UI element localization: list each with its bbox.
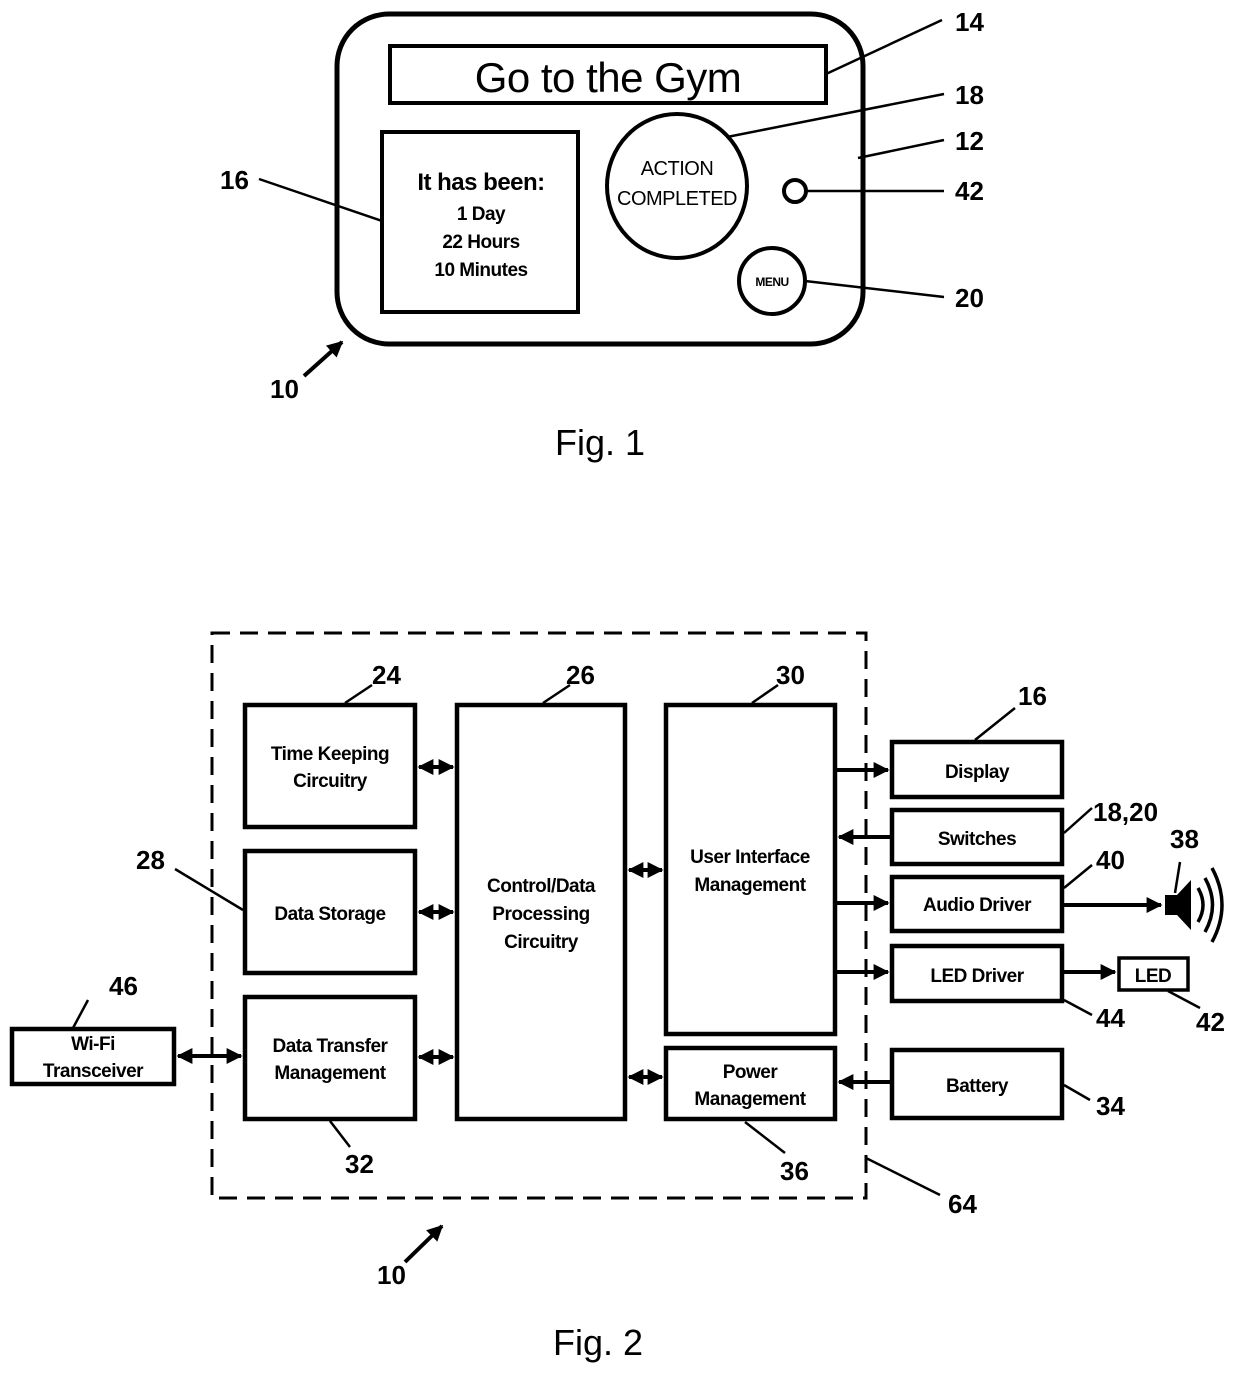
svg-text:Time Keeping: Time Keeping — [271, 744, 389, 765]
ref-16b: 16 — [1018, 681, 1047, 711]
patent-figures: Go to the Gym It has been: 1 Day 22 Hour… — [9, 7, 1225, 1363]
ref-18-20: 18,20 — [1093, 797, 1158, 827]
message-text: Go to the Gym — [475, 54, 742, 101]
ref-16: 16 — [220, 165, 249, 195]
svg-text:Audio Driver: Audio Driver — [923, 895, 1032, 916]
block-ui-management: User Interface Management — [663, 702, 838, 1037]
ref-38: 38 — [1170, 824, 1199, 854]
block-data-storage: Data Storage — [242, 848, 418, 976]
ref-30: 30 — [776, 660, 805, 690]
timer-days: 1 Day — [457, 204, 506, 225]
svg-text:Management: Management — [694, 1089, 806, 1110]
svg-text:Transceiver: Transceiver — [43, 1061, 144, 1082]
fig2-caption: Fig. 2 — [553, 1322, 643, 1363]
ref-64: 64 — [948, 1189, 977, 1219]
ref-20: 20 — [955, 283, 984, 313]
block-switches: Switches — [889, 807, 1065, 867]
ref-12: 12 — [955, 126, 984, 156]
block-battery: Battery — [889, 1047, 1065, 1121]
ref-24: 24 — [372, 660, 401, 690]
svg-text:Display: Display — [945, 762, 1010, 783]
speaker-icon — [1165, 867, 1224, 943]
timer-heading: It has been: — [417, 169, 544, 196]
block-power-management: Power Management — [663, 1045, 838, 1122]
menu-button-label: MENU — [755, 275, 788, 289]
svg-text:Management: Management — [694, 875, 806, 896]
svg-text:Wi-Fi: Wi-Fi — [71, 1034, 115, 1055]
ref-42: 42 — [955, 176, 984, 206]
ref-18: 18 — [955, 80, 984, 110]
ref-10b: 10 — [377, 1260, 406, 1290]
svg-text:Processing: Processing — [492, 904, 589, 925]
action-button-line1: ACTION — [641, 158, 714, 180]
ref-40: 40 — [1096, 845, 1125, 875]
svg-text:LED: LED — [1135, 966, 1172, 987]
led-indicator-icon — [782, 178, 808, 204]
ref-42b: 42 — [1196, 1007, 1225, 1037]
block-display: Display — [889, 739, 1065, 800]
svg-text:User Interface: User Interface — [690, 847, 810, 868]
block-audio-driver: Audio Driver — [889, 874, 1065, 934]
svg-text:Switches: Switches — [938, 829, 1016, 850]
block-led: LED — [1117, 956, 1190, 992]
svg-text:Data Transfer: Data Transfer — [273, 1036, 389, 1057]
timer-hours: 22 Hours — [442, 232, 519, 253]
svg-text:Management: Management — [274, 1063, 386, 1084]
svg-text:LED Driver: LED Driver — [930, 966, 1024, 987]
block-time-keeping: Time Keeping Circuitry — [242, 702, 418, 830]
block-control-processing: Control/Data Processing Circuitry — [454, 702, 628, 1122]
block-led-driver: LED Driver — [889, 943, 1065, 1004]
svg-text:Control/Data: Control/Data — [487, 876, 596, 897]
svg-text:Data Storage: Data Storage — [274, 904, 385, 925]
action-completed-button[interactable]: ACTION COMPLETED — [605, 112, 749, 260]
menu-button[interactable]: MENU — [737, 246, 807, 316]
svg-text:Circuitry: Circuitry — [293, 771, 368, 792]
ref-36: 36 — [780, 1156, 809, 1186]
fig2: Time Keeping Circuitry Data Storage Data… — [9, 631, 1225, 1363]
ref-46: 46 — [109, 971, 138, 1001]
ref-10: 10 — [270, 374, 299, 404]
ref-26: 26 — [566, 660, 595, 690]
timer-minutes: 10 Minutes — [434, 260, 527, 281]
ref-44: 44 — [1096, 1003, 1125, 1033]
svg-text:Power: Power — [723, 1062, 779, 1083]
ref-34: 34 — [1096, 1091, 1125, 1121]
block-wifi-transceiver: Wi-Fi Transceiver — [9, 1026, 177, 1087]
svg-text:Battery: Battery — [946, 1076, 1009, 1097]
fig1-caption: Fig. 1 — [555, 422, 645, 463]
block-data-transfer: Data Transfer Management — [242, 994, 418, 1122]
ref-14: 14 — [955, 7, 984, 37]
action-button-line2: COMPLETED — [617, 188, 737, 210]
svg-text:Circuitry: Circuitry — [504, 932, 579, 953]
fig1: Go to the Gym It has been: 1 Day 22 Hour… — [220, 7, 984, 463]
ref-28: 28 — [136, 845, 165, 875]
ref-32: 32 — [345, 1149, 374, 1179]
